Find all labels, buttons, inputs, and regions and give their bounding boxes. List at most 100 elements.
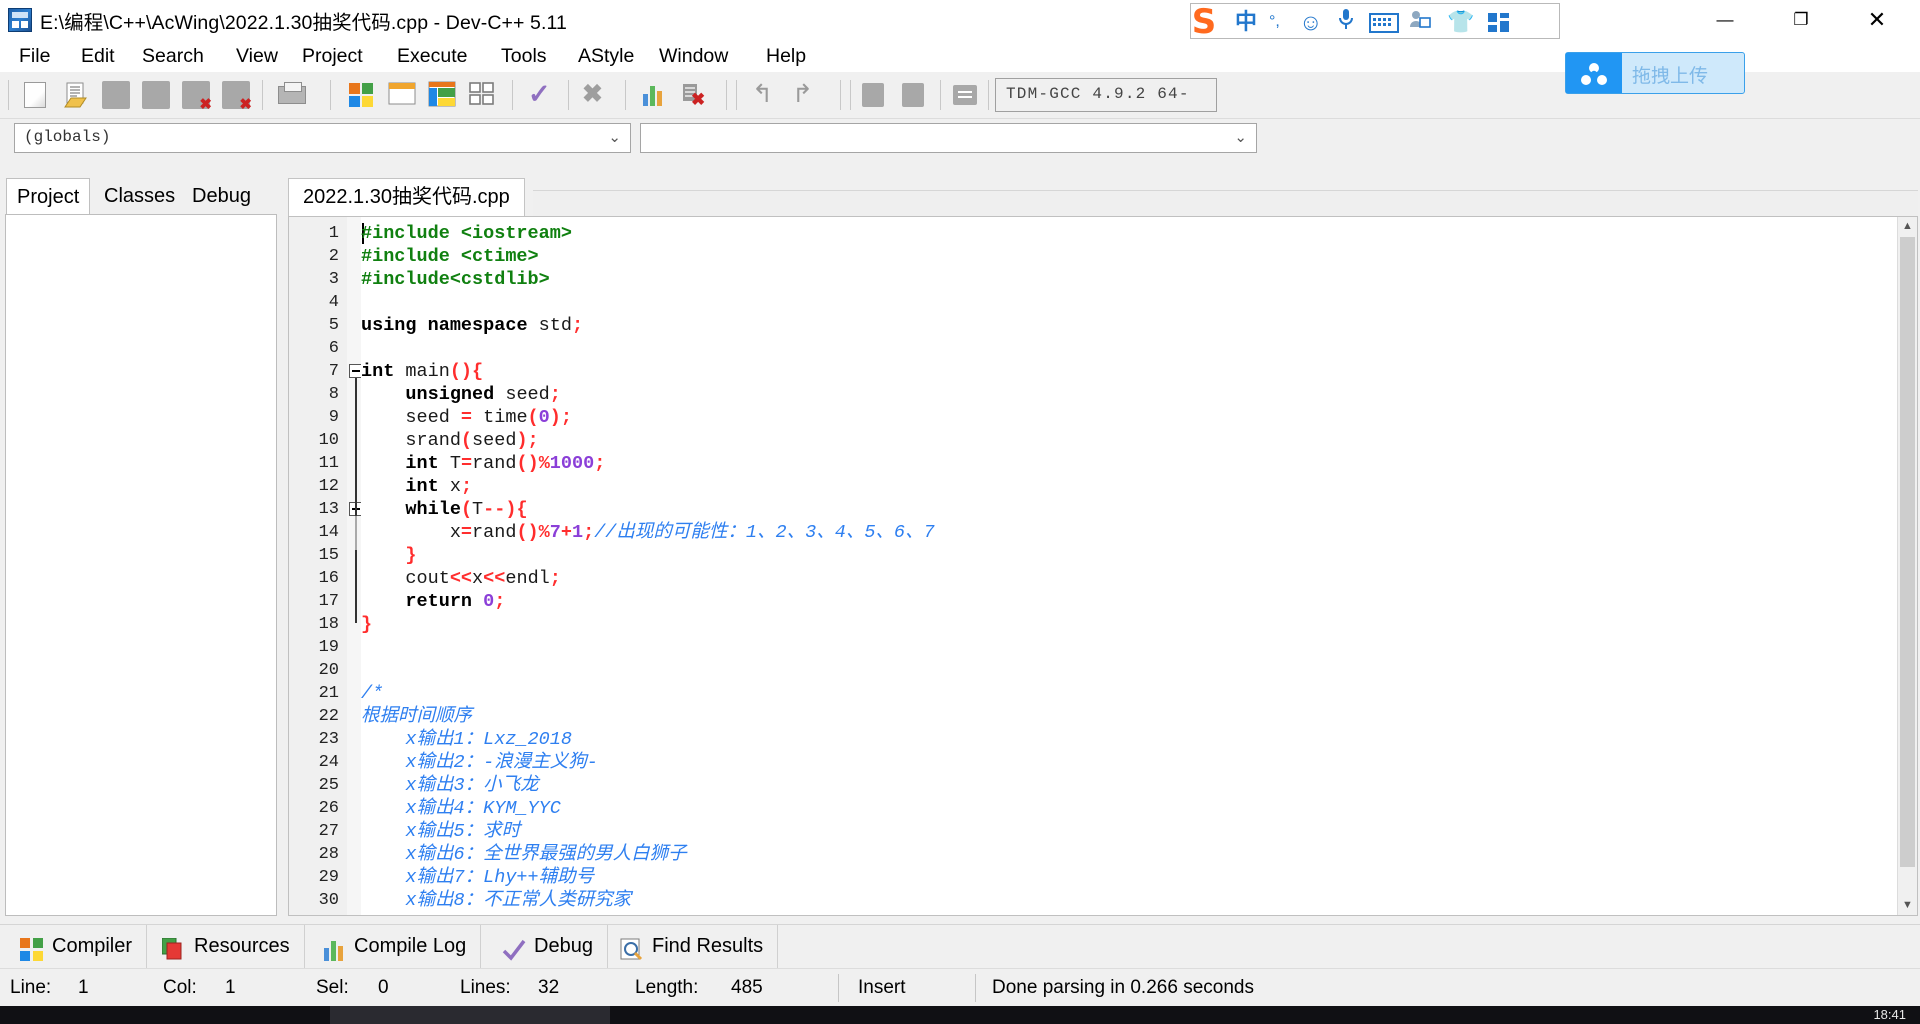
code-line[interactable]: x=rand()%7+1;//出现的可能性：1、2、3、4、5、6、7 — [361, 521, 935, 544]
left-tab-debug[interactable]: Debug — [182, 178, 261, 216]
code-line[interactable]: x输出8：不正常人类研究家 — [361, 889, 631, 912]
sogou-ime-toolbar[interactable]: S 中 °, ☺ 👕 — [1190, 3, 1560, 41]
menu-item-help[interactable]: Help — [757, 40, 815, 72]
close-document-icon[interactable] — [182, 81, 212, 112]
code-line[interactable]: 根据时间顺序 — [361, 705, 472, 728]
code-line[interactable]: return 0; — [361, 590, 505, 613]
menu-item-astyle[interactable]: AStyle — [569, 40, 643, 72]
code-line[interactable]: x输出5：求时 — [361, 820, 520, 843]
left-tab-classes[interactable]: Classes — [94, 178, 185, 216]
code-line[interactable]: while(T--){ — [361, 498, 527, 521]
editor-vertical-scrollbar[interactable]: ▲ ▼ — [1897, 217, 1917, 915]
save-disk-icon[interactable] — [102, 81, 130, 109]
status-col-value: 1 — [225, 977, 236, 998]
printer-icon[interactable] — [278, 82, 306, 104]
bottom-tab-resources[interactable]: Resources — [150, 925, 305, 968]
bottom-tab-compile-log[interactable]: Compile Log — [310, 925, 482, 968]
code-line[interactable]: int T=rand()%1000; — [361, 452, 605, 475]
save-all-icon[interactable] — [142, 81, 170, 109]
left-tab-project[interactable]: Project — [6, 178, 91, 216]
list-icon[interactable] — [952, 84, 980, 112]
code-editor[interactable]: 1 2 3 4 5 6 7 8 9 10 11 12 13 14 15 16 17 18 19 20 21 22 23 24 2… — [288, 216, 1918, 916]
line-number: 3 — [328, 270, 339, 289]
menu-item-search[interactable]: Search — [133, 40, 213, 72]
menu-item-tools[interactable]: Tools — [492, 40, 556, 72]
menu-item-edit[interactable]: Edit — [72, 40, 124, 72]
bar-chart-icon[interactable] — [640, 81, 668, 109]
undo-arrow-icon[interactable]: ↰ — [752, 81, 780, 109]
check-mark-icon[interactable]: ✓ — [528, 81, 556, 109]
maximize-button[interactable]: ❐ — [1770, 0, 1832, 40]
sogou-logo-icon[interactable]: S — [1183, 3, 1225, 43]
windows-taskbar[interactable]: 18:41 — [0, 1006, 1920, 1024]
scroll-up-arrow-icon[interactable]: ▲ — [1898, 217, 1917, 236]
code-line[interactable]: #include<cstdlib> — [361, 268, 550, 291]
code-line[interactable]: cout<<x<<endl; — [361, 567, 561, 590]
taskbar-active-window[interactable] — [330, 1006, 610, 1024]
bottom-tab-debug[interactable]: Debug — [490, 925, 608, 968]
ime-toolbox-icon[interactable] — [1487, 12, 1511, 34]
code-token: 7 — [549, 522, 561, 543]
ime-emoji-icon[interactable]: ☺ — [1299, 8, 1322, 36]
compiler-select[interactable]: TDM-GCC 4.9.2 64- — [995, 78, 1217, 112]
ime-punctuation-icon[interactable]: °, — [1269, 8, 1280, 36]
code-line[interactable]: /* — [361, 682, 383, 705]
code-line[interactable]: int main(){ — [361, 360, 483, 383]
editor-tab-active[interactable]: 2022.1.30抽奖代码.cpp — [288, 178, 525, 216]
four-squares-icon[interactable] — [468, 81, 496, 109]
close-all-documents-icon[interactable] — [222, 81, 252, 112]
code-line[interactable]: x输出7：Lhy++辅助号 — [361, 866, 594, 889]
line-number-gutter: 1 2 3 4 5 6 7 8 9 10 11 12 13 14 15 16 17 18 19 20 21 22 23 24 2… — [289, 217, 348, 915]
code-line[interactable]: #include <iostream> — [361, 222, 572, 245]
menu-item-execute[interactable]: Execute — [388, 40, 476, 72]
code-folding-column[interactable] — [347, 217, 363, 915]
ime-skin-icon[interactable]: 👕 — [1447, 8, 1474, 36]
ime-account-icon[interactable] — [1409, 8, 1431, 39]
menu-item-file[interactable]: File — [10, 40, 59, 72]
project-grid-icon[interactable] — [348, 81, 376, 109]
right-page-icon[interactable] — [902, 83, 924, 107]
code-line[interactable]: seed = time(0); — [361, 406, 572, 429]
code-line[interactable]: x输出1：Lxz_2018 — [361, 728, 572, 751]
code-line[interactable]: x输出4：KYM_YYC — [361, 797, 560, 820]
code-line[interactable]: x输出3：小飞龙 — [361, 774, 538, 797]
bottom-tab-find-results[interactable]: Find Results — [608, 925, 779, 968]
menu-item-window[interactable]: Window — [650, 40, 737, 72]
colored-panels-icon[interactable] — [428, 81, 456, 109]
code-line[interactable]: } — [361, 544, 416, 567]
redo-arrow-icon[interactable]: ↱ — [792, 81, 820, 109]
code-token: x输出1：Lxz_2018 — [361, 729, 572, 750]
scrollbar-thumb[interactable] — [1900, 237, 1915, 867]
minimize-button[interactable]: — — [1694, 0, 1756, 40]
scroll-down-arrow-icon[interactable]: ▼ — [1898, 896, 1917, 915]
ime-keyboard-icon[interactable] — [1369, 13, 1399, 33]
left-page-icon[interactable] — [862, 83, 884, 107]
code-line[interactable]: int x; — [361, 475, 472, 498]
menu-item-view[interactable]: View — [227, 40, 287, 72]
code-token: 1000 — [549, 453, 595, 474]
member-select[interactable]: ⌄ — [640, 123, 1257, 153]
code-line[interactable]: } — [361, 613, 372, 636]
project-tree-panel[interactable] — [5, 214, 277, 916]
grey-x-icon[interactable]: ✖ — [582, 81, 610, 109]
new-document-icon[interactable] — [24, 82, 46, 108]
code-line[interactable]: x输出2：-浪漫主义狗- — [361, 751, 597, 774]
code-text-area[interactable]: #include <iostream> #include <ctime> #incl… — [361, 217, 1897, 915]
baidu-netdisk-icon — [1566, 53, 1622, 93]
baidu-upload-button[interactable]: 拖拽上传 — [1565, 52, 1745, 94]
code-line[interactable]: #include <ctime> — [361, 245, 539, 268]
code-line[interactable]: srand(seed); — [361, 429, 538, 452]
open-folder-icon[interactable] — [62, 81, 90, 109]
code-line[interactable]: x输出6：全世界最强的男人白狮子 — [361, 843, 686, 866]
code-token: while — [405, 499, 461, 520]
bug-icon[interactable]: ✖ — [678, 81, 706, 109]
window-icon[interactable] — [388, 81, 416, 109]
bottom-tab-compiler[interactable]: Compiler — [8, 925, 148, 968]
close-button[interactable]: ✕ — [1846, 0, 1908, 40]
code-token: + — [560, 522, 572, 543]
menu-item-project[interactable]: Project — [293, 40, 372, 72]
scope-select[interactable]: (globals) ⌄ — [14, 123, 631, 153]
ime-mode-chinese-icon[interactable]: 中 — [1235, 8, 1257, 36]
code-line[interactable]: unsigned seed; — [361, 383, 560, 406]
code-line[interactable]: using namespace std; — [361, 314, 583, 337]
